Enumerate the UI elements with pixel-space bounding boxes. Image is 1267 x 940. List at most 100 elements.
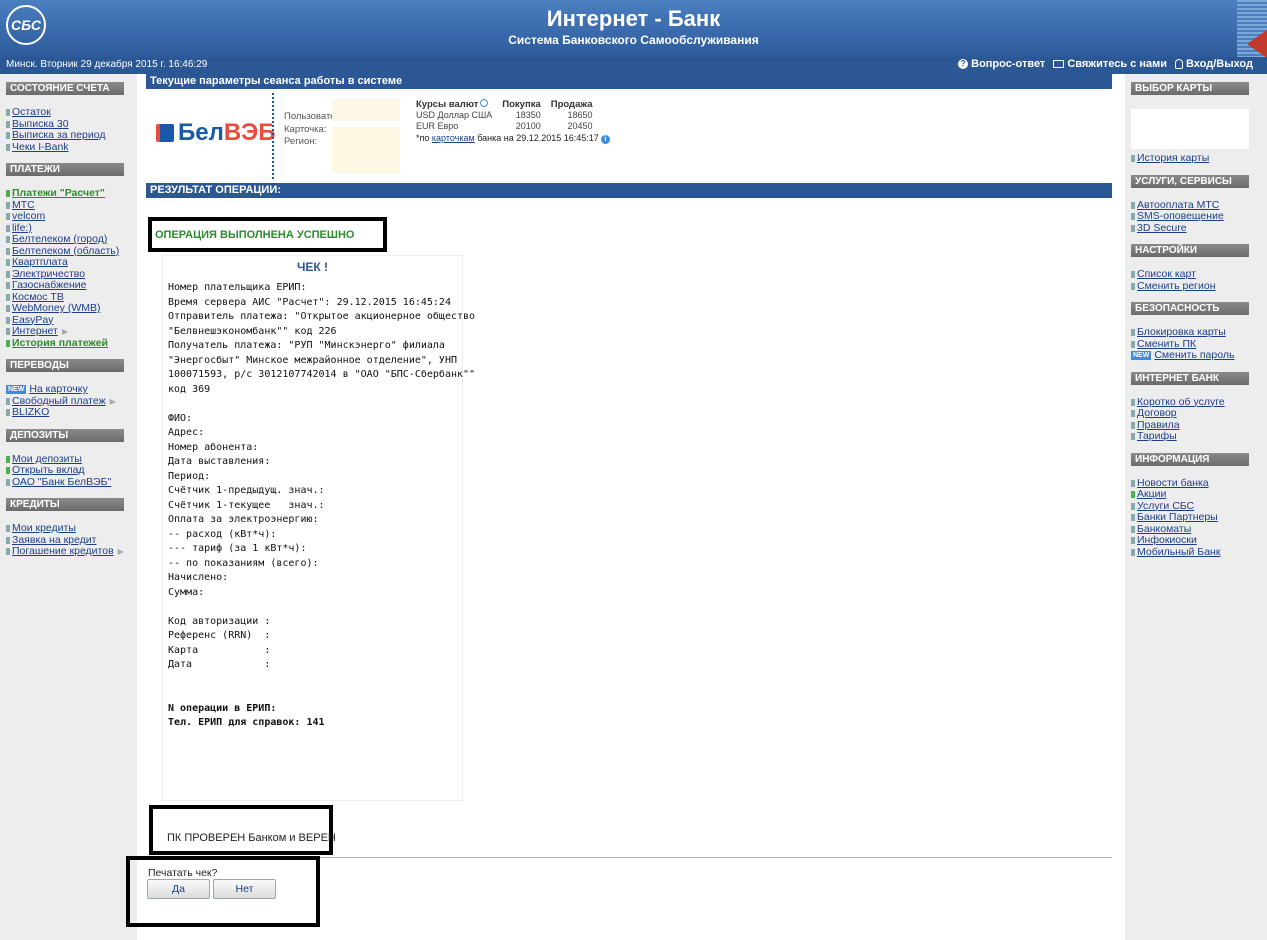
card-selector[interactable] <box>1131 109 1249 149</box>
menu-item-change-password[interactable]: NEW Сменить пароль <box>1131 349 1267 362</box>
faq-link[interactable]: ? Вопрос-ответ <box>958 58 1045 70</box>
bullet-icon <box>6 397 10 405</box>
triangle-right-icon: ▶ <box>109 396 116 406</box>
receipt-line: код 369 <box>168 383 211 395</box>
receipt-line: Тел. ЕРИП для справок: 141 <box>168 717 325 728</box>
bullet-icon <box>1131 491 1135 499</box>
menu-item-blizko[interactable]: BLIZKO <box>6 406 137 419</box>
triangle-right-icon: ▶ <box>61 327 68 336</box>
header: СБС Интернет - Банк Система Банковского … <box>0 0 1267 58</box>
bullet-icon <box>6 120 10 128</box>
main-content: Текущие параметры сеанса работы в систем… <box>146 74 1112 198</box>
menu-item-to-card[interactable]: NEW На карточку <box>6 383 137 396</box>
menu-item-payment-history[interactable]: История платежей <box>6 337 137 350</box>
menu-item-partner-banks[interactable]: Банки Партнеры <box>1131 511 1267 524</box>
menu-item-change-region[interactable]: Сменить регион <box>1131 280 1267 293</box>
receipt-line: Счётчик 1-предыдущ. знач.: <box>168 485 325 496</box>
rate-row-eur: EUR Евро 20100 20450 <box>416 121 593 131</box>
menu-item-gas[interactable]: Газоснабжение <box>6 279 137 292</box>
menu-item-webmoney[interactable]: WebMoney (WMB) <box>6 302 137 315</box>
menu-item-internet[interactable]: Интернет ▶ <box>6 325 137 338</box>
bullet-icon <box>6 455 10 463</box>
payments-menu: Платежи "Расчет" МТС velcom life:) Белте… <box>6 187 137 350</box>
bullet-icon <box>1131 410 1135 418</box>
card-region-value <box>332 127 400 173</box>
receipt-line: "Энергосбыт" Минское межрайонное отделен… <box>168 354 457 366</box>
receipt-line: Время сервера АИС "Расчет": 29.12.2015 1… <box>168 296 451 308</box>
belveb-logo-mark <box>156 124 174 142</box>
app-subtitle: Система Банковского Самообслуживания <box>508 33 759 47</box>
menu-item-card-history[interactable]: История карты <box>1131 152 1267 165</box>
menu-item-rent[interactable]: Квартплата <box>6 256 137 269</box>
receipt-line: 100071593, р/с 3012107742014 в "ОАО "БПС… <box>168 369 476 380</box>
account-menu: Остаток Выписка 30 Выписка за период Чек… <box>6 106 137 154</box>
receipt-line: Код авторизации : <box>168 615 271 627</box>
menu-item-3d-secure[interactable]: 3D Secure <box>1131 222 1267 235</box>
receipt-line: Получатель платежа: "РУП "Минскэнерго" ф… <box>168 340 445 351</box>
menu-item-block-card[interactable]: Блокировка карты <box>1131 326 1267 339</box>
session-bar: Текущие параметры сеанса работы в систем… <box>146 74 1112 89</box>
bullet-icon <box>1131 514 1135 522</box>
user-icon <box>1175 59 1183 69</box>
menu-item-sms[interactable]: SMS-оповещение <box>1131 210 1267 223</box>
settings-menu: Список карт Сменить регион <box>1131 268 1267 293</box>
menu-item-velcom[interactable]: velcom <box>6 210 137 223</box>
menu-item-mobile-bank[interactable]: Мобильный Банк <box>1131 546 1267 559</box>
menu-item-beltelecom-city[interactable]: Белтелеком (город) <box>6 233 137 246</box>
menu-item-card-list[interactable]: Список карт <box>1131 268 1267 281</box>
bullet-icon <box>1131 479 1135 487</box>
receipt-line: Карта : <box>168 644 271 656</box>
menu-item-balance[interactable]: Остаток <box>6 106 137 119</box>
left-sidebar: СОСТОЯНИЕ СЧЕТА Остаток Выписка 30 Выпис… <box>0 74 137 940</box>
section-header-credits: КРЕДИТЫ <box>6 498 124 511</box>
triangle-right-icon: ▶ <box>117 547 124 556</box>
internet-bank-menu: Коротко об услуге Договор Правила Тарифы <box>1131 396 1267 443</box>
menu-item-tariffs[interactable]: Тарифы <box>1131 430 1267 443</box>
menu-item-kiosks[interactable]: Инфокиоски <box>1131 534 1267 547</box>
bullet-icon <box>6 478 10 486</box>
receipt-line: Дата : <box>168 659 271 670</box>
menu-item-raschet[interactable]: Платежи "Расчет" <box>6 187 137 200</box>
right-sidebar: ВЫБОР КАРТЫ История карты УСЛУГИ, СЕРВИС… <box>1125 74 1267 940</box>
bullet-icon <box>6 525 10 533</box>
section-header-transfers: ПЕРЕВОДЫ <box>6 359 124 372</box>
menu-item-credit-repayment[interactable]: Погашение кредитов ▶ <box>6 545 137 558</box>
menu-item-open-deposit[interactable]: Открыть вклад <box>6 464 137 477</box>
security-menu: Блокировка карты Сменить ПК NEW Сменить п… <box>1131 326 1267 362</box>
bullet-icon <box>6 305 10 313</box>
refresh-icon[interactable] <box>480 99 489 107</box>
bullet-icon <box>6 259 10 267</box>
top-links: ? Вопрос-ответ Свяжитесь с нами Вход/Вых… <box>958 58 1253 70</box>
menu-item-ibank-receipts[interactable]: Чеки I-Bank <box>6 141 137 154</box>
section-header-info: ИНФОРМАЦИЯ <box>1131 452 1249 466</box>
menu-item-my-credits[interactable]: Мои кредиты <box>6 522 137 535</box>
cards-link[interactable]: карточкам <box>432 133 475 143</box>
pk-check-status: ПК ПРОВЕРЕН Банком и ВЕРЕН <box>167 832 336 844</box>
yes-button[interactable]: Да <box>147 879 210 899</box>
login-label: Вход/Выход <box>1186 58 1253 70</box>
bullet-icon <box>6 282 10 290</box>
rates-note: *по карточкам банка на 29.12.2015 16:45:… <box>416 133 610 144</box>
login-link[interactable]: Вход/Выход <box>1175 58 1253 70</box>
top-bar: Минск. Вторник 29 декабря 2015 г. 16:46:… <box>0 57 1267 74</box>
menu-item-contract[interactable]: Договор <box>1131 407 1267 420</box>
bullet-icon <box>6 467 10 475</box>
bullet-icon <box>1131 340 1135 348</box>
menu-item-promo[interactable]: Акции <box>1131 488 1267 501</box>
belveb-logo: БелВЭБ <box>156 119 276 147</box>
menu-item-statement-period[interactable]: Выписка за период <box>6 129 137 142</box>
no-button[interactable]: Нет <box>213 879 276 899</box>
bullet-icon <box>6 109 10 117</box>
bullet-icon <box>1131 433 1135 441</box>
info-icon[interactable]: i <box>600 135 610 144</box>
receipt-line: Дата выставления: <box>168 456 271 467</box>
receipt-line: Счётчик 1-текущее знач.: <box>168 499 325 511</box>
menu-item-bank-belveb[interactable]: ОАО "Банк БелВЭБ" <box>6 476 137 489</box>
bullet-icon <box>6 328 10 336</box>
bullet-icon <box>6 247 10 255</box>
bullet-icon <box>6 548 10 556</box>
contact-link[interactable]: Свяжитесь с нами <box>1053 58 1167 70</box>
deposits-menu: Мои депозиты Открыть вклад ОАО "Банк Бел… <box>6 453 137 489</box>
section-header-settings: НАСТРОЙКИ <box>1131 244 1249 257</box>
bullet-icon <box>1131 155 1135 163</box>
